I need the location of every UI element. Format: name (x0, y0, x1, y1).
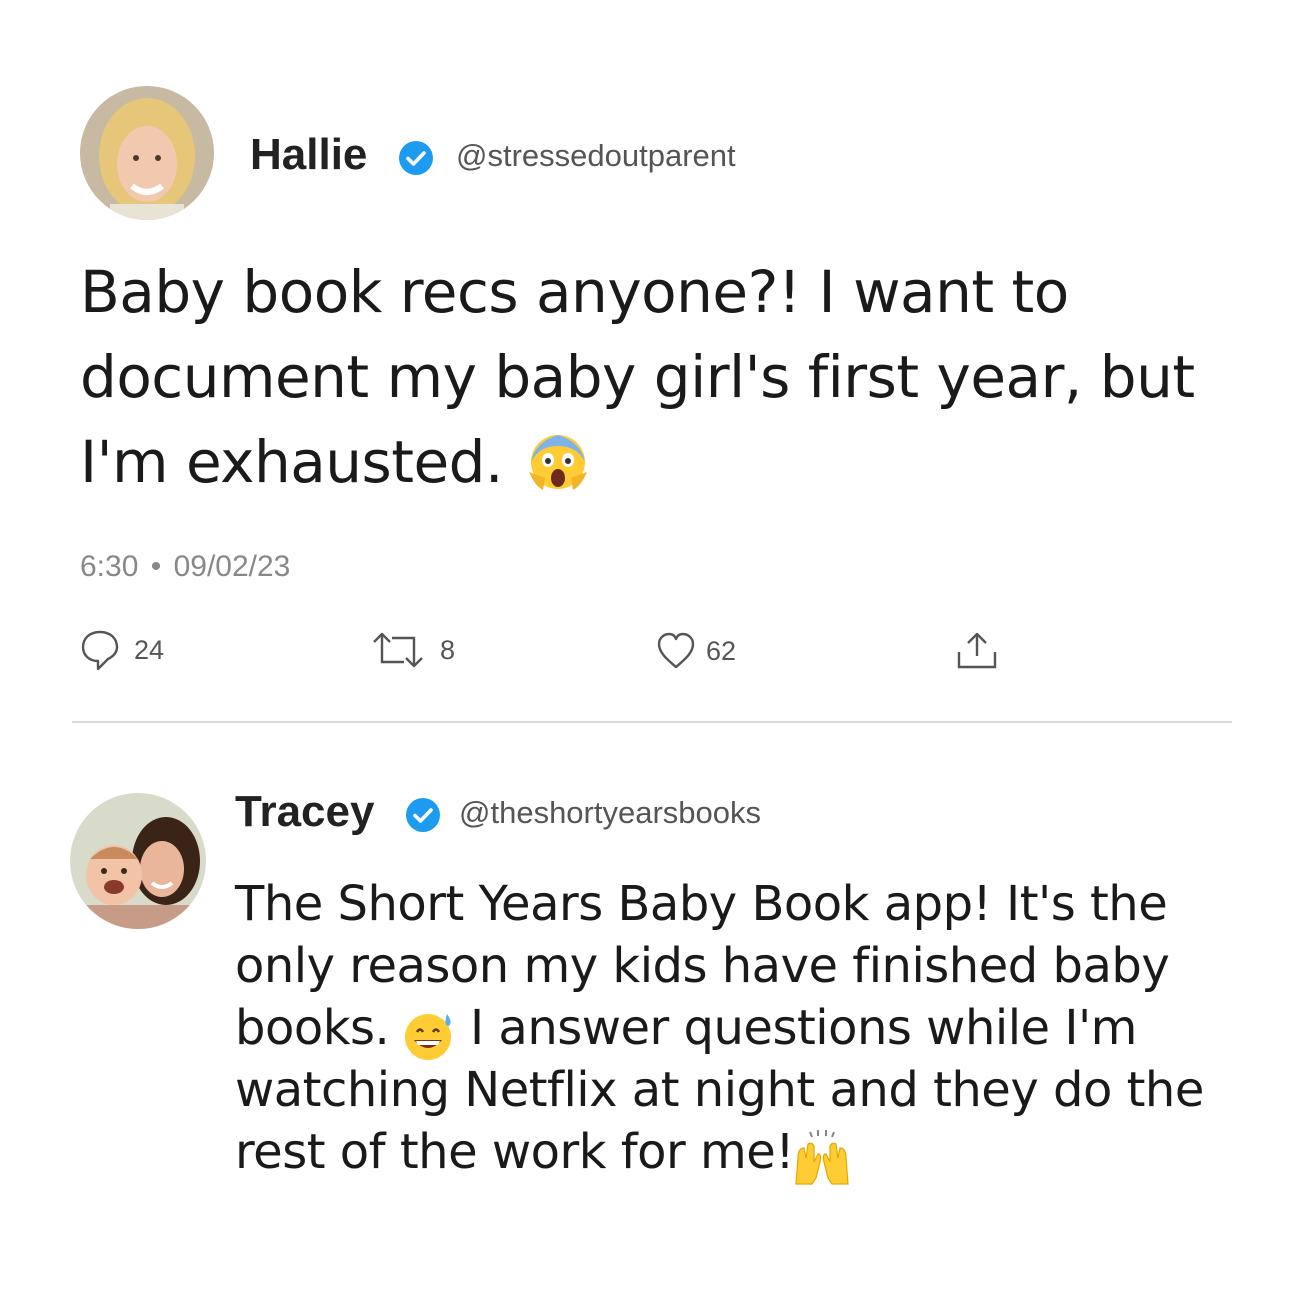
reply-text-line: I answer questions while I'm (470, 1000, 1137, 1056)
reply-author-name[interactable]: Tracey (235, 787, 374, 837)
verified-badge-icon (405, 797, 441, 833)
retweet-button[interactable]: 8 (370, 632, 455, 668)
screaming-face-emoji-icon (527, 432, 589, 494)
share-button[interactable] (956, 630, 998, 670)
reply-text-line: books. (235, 1000, 390, 1056)
verified-badge-icon (398, 140, 434, 176)
grinning-sweat-emoji-icon (403, 1010, 455, 1062)
retweet-count: 8 (440, 634, 456, 665)
reply-button[interactable]: 24 (80, 628, 164, 672)
reply-text-line: watching Netflix at night and they do th… (235, 1062, 1204, 1118)
raising-hands-emoji-icon (792, 1128, 852, 1186)
heart-icon (657, 632, 695, 669)
avatar-hallie[interactable] (80, 86, 214, 220)
tweet-timestamp: 6:30 • 09/02/23 (80, 549, 290, 585)
reply-text-line: rest of the work for me! (235, 1124, 795, 1180)
tweet-text-line: document my baby girl's first year, but (80, 343, 1195, 411)
like-count: 62 (706, 635, 737, 666)
author-handle[interactable]: @stressedoutparent (456, 138, 736, 174)
reply-author-handle[interactable]: @theshortyearsbooks (459, 795, 761, 831)
tweet-date: 09/02/23 (173, 550, 291, 583)
tweet-text-line: Baby book recs anyone?! I want to (80, 258, 1069, 326)
avatar-tracey[interactable] (70, 793, 206, 929)
share-icon (957, 632, 997, 669)
retweet-icon (373, 632, 423, 668)
reply-icon (81, 630, 119, 671)
like-button[interactable]: 62 (656, 632, 736, 670)
author-name[interactable]: Hallie (250, 130, 367, 180)
divider (72, 721, 1232, 723)
tweet-time: 6:30 (80, 550, 139, 583)
tweet-text-line: I'm exhausted. (80, 428, 503, 496)
meta-separator: • (150, 550, 162, 583)
reply-text-line: only reason my kids have finished baby (235, 938, 1170, 994)
reply-count: 24 (134, 634, 165, 665)
reply-text-line: The Short Years Baby Book app! It's the (235, 876, 1168, 932)
